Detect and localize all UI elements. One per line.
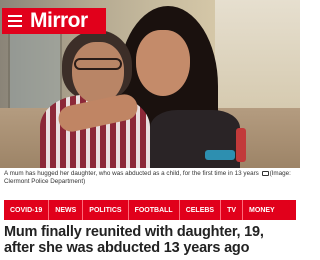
photo-daughter-face bbox=[136, 30, 190, 96]
camera-icon bbox=[261, 171, 269, 176]
nav-item-celebs[interactable]: CELEBS bbox=[180, 200, 222, 220]
photo-background-window bbox=[8, 30, 62, 114]
article-headline[interactable]: Mum finally reunited with daughter, 19, … bbox=[4, 224, 296, 256]
hamburger-menu-icon[interactable] bbox=[2, 8, 28, 34]
mirror-logo[interactable]: Mirror bbox=[28, 8, 88, 34]
nav-item-covid-19[interactable]: COVID-19 bbox=[4, 200, 50, 220]
photo-bottle bbox=[236, 128, 246, 162]
nav-item-tv[interactable]: TV bbox=[221, 200, 244, 220]
nav-item-news[interactable]: NEWS bbox=[49, 200, 84, 220]
nav-item-money[interactable]: MONEY bbox=[243, 200, 281, 220]
photo-strap bbox=[205, 150, 235, 160]
photo-glasses bbox=[74, 58, 122, 70]
site-header: Mirror bbox=[2, 8, 106, 34]
image-caption: A mum has hugged her daughter, who was a… bbox=[4, 170, 296, 186]
section-nav: COVID-19 NEWS POLITICS FOOTBALL CELEBS T… bbox=[4, 200, 296, 220]
caption-text: A mum has hugged her daughter, who was a… bbox=[4, 170, 259, 177]
nav-item-football[interactable]: FOOTBALL bbox=[129, 200, 180, 220]
nav-item-politics[interactable]: POLITICS bbox=[83, 200, 129, 220]
